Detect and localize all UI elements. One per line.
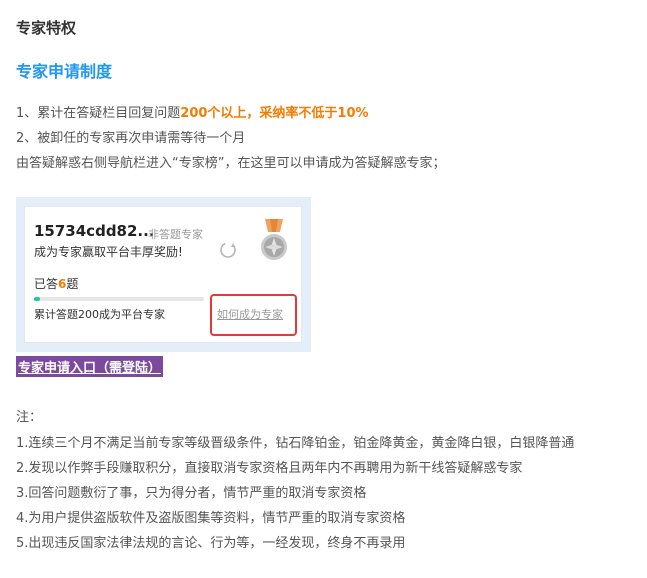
username: 15734cdd82... <box>34 222 155 240</box>
note-item: 4.为用户提供盗版软件及盗版图集等资料，情节严重的取消专家资格 <box>16 511 406 526</box>
refresh-icon[interactable] <box>218 240 238 260</box>
answered-count: 已答6题 <box>34 275 78 292</box>
note-item: 3.回答问题敷衍了事，只为得分者，情节严重的取消专家资格 <box>16 486 367 501</box>
medal-icon <box>261 219 287 260</box>
card-slogan: 成为专家赢取平台丰厚奖励! <box>34 245 183 259</box>
progress-bar <box>34 297 204 301</box>
answered-suffix: 题 <box>66 277 79 291</box>
expert-application-link[interactable]: 专家申请入口（需登陆） <box>16 356 164 377</box>
note-item: 5.出现违反国家法律法规的言论、行为等，一经发现，终身不再录用 <box>16 536 406 551</box>
rule-1-text: 1、累计在答疑栏目回复问题 <box>16 106 181 121</box>
rule-1-highlight: 200个以上，采纳率不低于10% <box>180 106 369 121</box>
rule-3: 由答疑解惑右侧导航栏进入“专家榜”，在这里可以申请成为答疑解惑专家； <box>16 156 446 171</box>
note-item: 2.发现以作弊手段赚取积分，直接取消专家资格且两年内不再聘用为新干线答疑解惑专家 <box>16 461 523 476</box>
page-title: 专家特权 <box>16 19 77 37</box>
answered-prefix: 已答 <box>34 277 59 291</box>
note-item: 1.连续三个月不满足当前专家等级晋级条件，钻石降铂金，铂金降黄金，黄金降白银，白… <box>16 436 575 451</box>
role-label: 非答题专家 <box>148 228 203 241</box>
how-to-become-expert-link[interactable]: 如何成为专家 <box>217 306 283 322</box>
notes-title: 注： <box>16 410 43 425</box>
section-title: 专家申请制度 <box>16 62 113 81</box>
goal-text: 累计答题200成为平台专家 <box>34 308 165 321</box>
rule-1: 1、累计在答疑栏目回复问题200个以上，采纳率不低于10% <box>16 102 369 121</box>
rule-2: 2、被卸任的专家再次申请需等待一个月 <box>16 131 246 146</box>
progress-fill <box>34 297 40 301</box>
